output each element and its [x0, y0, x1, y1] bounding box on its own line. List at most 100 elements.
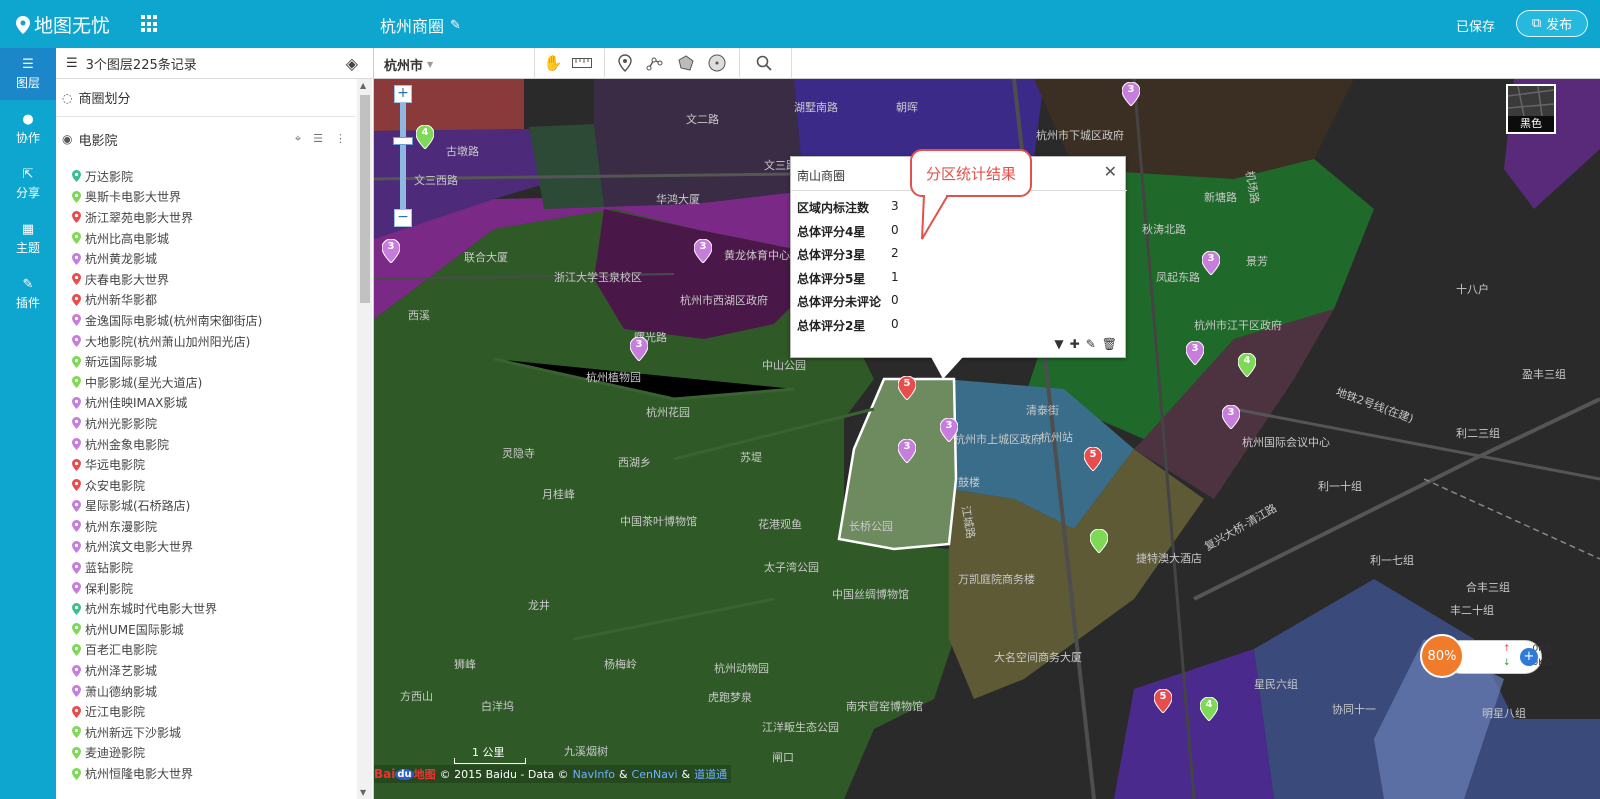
cinema-list-item[interactable]: 保利影院	[72, 578, 352, 599]
gift-icon[interactable]: ✚	[1070, 337, 1080, 351]
cinema-list-item[interactable]: 杭州新华影都	[72, 290, 352, 311]
baidu-logo[interactable]: Bai du 地图	[374, 766, 436, 782]
cinema-list-item[interactable]: 杭州UME国际影城	[72, 619, 352, 640]
publish-label: 发布	[1546, 18, 1573, 33]
layer-row-cinema[interactable]: ◉ 电影院 ⌖ ☰ ⋮	[56, 120, 356, 158]
cinema-list-item[interactable]: 奥斯卡电影大世界	[72, 187, 352, 208]
scroll-thumb[interactable]	[360, 95, 370, 303]
cinema-list-item[interactable]: 麦迪逊影院	[72, 743, 352, 764]
basemap-switch-button[interactable]: 黑色	[1506, 84, 1556, 134]
cinema-list-item[interactable]: 庆春电影大世界	[72, 269, 352, 290]
cinema-marker[interactable]: 3	[898, 439, 916, 463]
cinema-name: 杭州恒隆电影大世界	[85, 767, 194, 782]
cinema-list-item[interactable]: 万达影院	[72, 166, 352, 187]
daodaotong-link[interactable]: 道道通	[694, 766, 727, 782]
ruler-icon[interactable]	[571, 53, 593, 73]
nav-item-plugins[interactable]: ✎ 插件	[0, 268, 56, 320]
plus-icon[interactable]: +	[1520, 648, 1538, 666]
cinema-list-item[interactable]: 杭州东城时代电影大世界	[72, 598, 352, 619]
map-label: 杨梅岭	[604, 658, 637, 671]
cinema-list-item[interactable]: 星际影城(石桥路店)	[72, 496, 352, 517]
publish-button[interactable]: ⧉ 发布	[1516, 10, 1588, 37]
marker-tool-icon[interactable]	[614, 53, 636, 73]
cinema-list-item[interactable]: 杭州新远下沙影城	[72, 722, 352, 743]
cennavi-link[interactable]: CenNavi	[632, 768, 678, 781]
cinema-list-item[interactable]: 杭州佳映IMAX影城	[72, 393, 352, 414]
cinema-list-item[interactable]: 杭州金象电影院	[72, 434, 352, 455]
cinema-list-item[interactable]: 杭州泽艺影城	[72, 660, 352, 681]
polyline-tool-icon[interactable]	[644, 53, 666, 73]
edit-icon[interactable]: ✎	[1086, 337, 1096, 351]
close-icon[interactable]: ✕	[1104, 162, 1117, 181]
cinema-list-item[interactable]: 众安电影院	[72, 475, 352, 496]
cinema-marker[interactable]: 4	[1200, 697, 1218, 721]
cinema-list-item[interactable]: 杭州滨文电影大世界	[72, 537, 352, 558]
nav-item-share[interactable]: ⇱ 分享	[0, 158, 56, 210]
scroll-down-icon[interactable]: ▼	[360, 788, 366, 797]
cinema-marker[interactable]: 5	[1154, 689, 1172, 713]
panel-scrollbar[interactable]: ▲ ▼	[357, 79, 372, 799]
cinema-marker[interactable]: 5	[898, 376, 916, 400]
network-speed-widget[interactable]: ↑ 0K/s ↓ 0K/s 80% +	[1420, 634, 1552, 680]
pan-hand-icon[interactable]: ✋	[542, 53, 564, 73]
cinema-list-item[interactable]: 大地影院(杭州萧山加州阳光店)	[72, 331, 352, 352]
apps-grid-icon[interactable]	[141, 15, 159, 33]
more-icon[interactable]: ⋮	[335, 132, 346, 146]
map-title[interactable]: 杭州商圈 ✎	[380, 13, 461, 37]
table-icon[interactable]: ☰	[313, 132, 323, 146]
cinema-list-item[interactable]: 蓝钻影院	[72, 557, 352, 578]
trash-icon[interactable]: 🗑	[1102, 337, 1117, 351]
nav-item-collab[interactable]: ● 协作	[0, 103, 56, 155]
eye-off-icon[interactable]: ◌	[62, 91, 72, 105]
scroll-up-icon[interactable]: ▲	[360, 81, 366, 90]
app-logo[interactable]: 地图无忧	[16, 11, 110, 38]
cinema-marker[interactable]: 3	[1222, 405, 1240, 429]
layer-row-business-district[interactable]: ◌ 商圈划分	[56, 79, 356, 117]
zoom-slider-thumb[interactable]	[393, 137, 413, 145]
memory-usage-circle[interactable]: 80%	[1420, 634, 1464, 678]
region-wensan[interactable]	[594, 79, 804, 207]
layers-icon[interactable]: ◈	[346, 54, 358, 73]
zoom-out-button[interactable]: −	[394, 209, 412, 227]
cinema-list-item[interactable]: 新远国际影城	[72, 351, 352, 372]
cinema-list-item[interactable]: 杭州东漫影院	[72, 516, 352, 537]
zoom-slider-track[interactable]	[400, 103, 406, 213]
cinema-list-item[interactable]: 金逸国际电影城(杭州南宋御街店)	[72, 310, 352, 331]
eye-icon[interactable]: ◉	[62, 132, 72, 146]
pencil-icon[interactable]: ✎	[450, 18, 461, 33]
polygon-tool-icon[interactable]	[675, 53, 697, 73]
cinema-marker[interactable]: 5	[1084, 447, 1102, 471]
location-icon[interactable]: ⌖	[295, 132, 301, 146]
cinema-marker[interactable]: 3	[630, 337, 648, 361]
cinema-list-item[interactable]: 杭州黄龙影城	[72, 248, 352, 269]
cinema-marker[interactable]: 3	[940, 418, 958, 442]
nav-item-theme[interactable]: ▦ 主题	[0, 213, 56, 265]
map-label: 白洋坞	[481, 700, 514, 713]
cinema-list-item[interactable]: 杭州光影影院	[72, 413, 352, 434]
search-icon[interactable]	[753, 53, 775, 73]
filter-icon[interactable]: ▼	[1054, 337, 1063, 351]
cinema-list-item[interactable]: 百老汇电影院	[72, 640, 352, 661]
cinema-marker[interactable]: 4	[416, 125, 434, 149]
circle-tool-icon[interactable]	[706, 53, 728, 73]
cinema-marker[interactable]: 4	[1238, 353, 1256, 377]
cinema-marker[interactable]: 3	[694, 239, 712, 263]
city-select[interactable]: 杭州市 ▼	[384, 55, 433, 74]
nav-item-layers[interactable]: ☰ 图层	[0, 48, 56, 100]
map-canvas[interactable]: 古墩路 文三西路 文三路 文二路 华鸿大厦 联合大厦 西溪 浙江大学玉泉校区 杭…	[374, 79, 1600, 799]
cinema-marker[interactable]: 3	[382, 239, 400, 263]
navinfo-link[interactable]: NavInfo	[573, 768, 615, 781]
cinema-list-item[interactable]: 萧山德纳影城	[72, 681, 352, 702]
cinema-name: 星际影城(石桥路店)	[85, 499, 191, 514]
cinema-list-item[interactable]: 中影影城(星光大道店)	[72, 372, 352, 393]
cinema-marker[interactable]: 3	[1122, 82, 1140, 106]
cinema-list-item[interactable]: 杭州比高电影城	[72, 228, 352, 249]
cinema-list-item[interactable]: 华远电影院	[72, 454, 352, 475]
zoom-in-button[interactable]: +	[394, 85, 412, 103]
cinema-marker[interactable]: 3	[1202, 251, 1220, 275]
cinema-marker[interactable]: 3	[1186, 341, 1204, 365]
cinema-marker[interactable]	[1090, 529, 1108, 553]
cinema-list-item[interactable]: 近江电影院	[72, 701, 352, 722]
cinema-list-item[interactable]: 杭州恒隆电影大世界	[72, 763, 352, 784]
cinema-list-item[interactable]: 浙江翠苑电影大世界	[72, 207, 352, 228]
